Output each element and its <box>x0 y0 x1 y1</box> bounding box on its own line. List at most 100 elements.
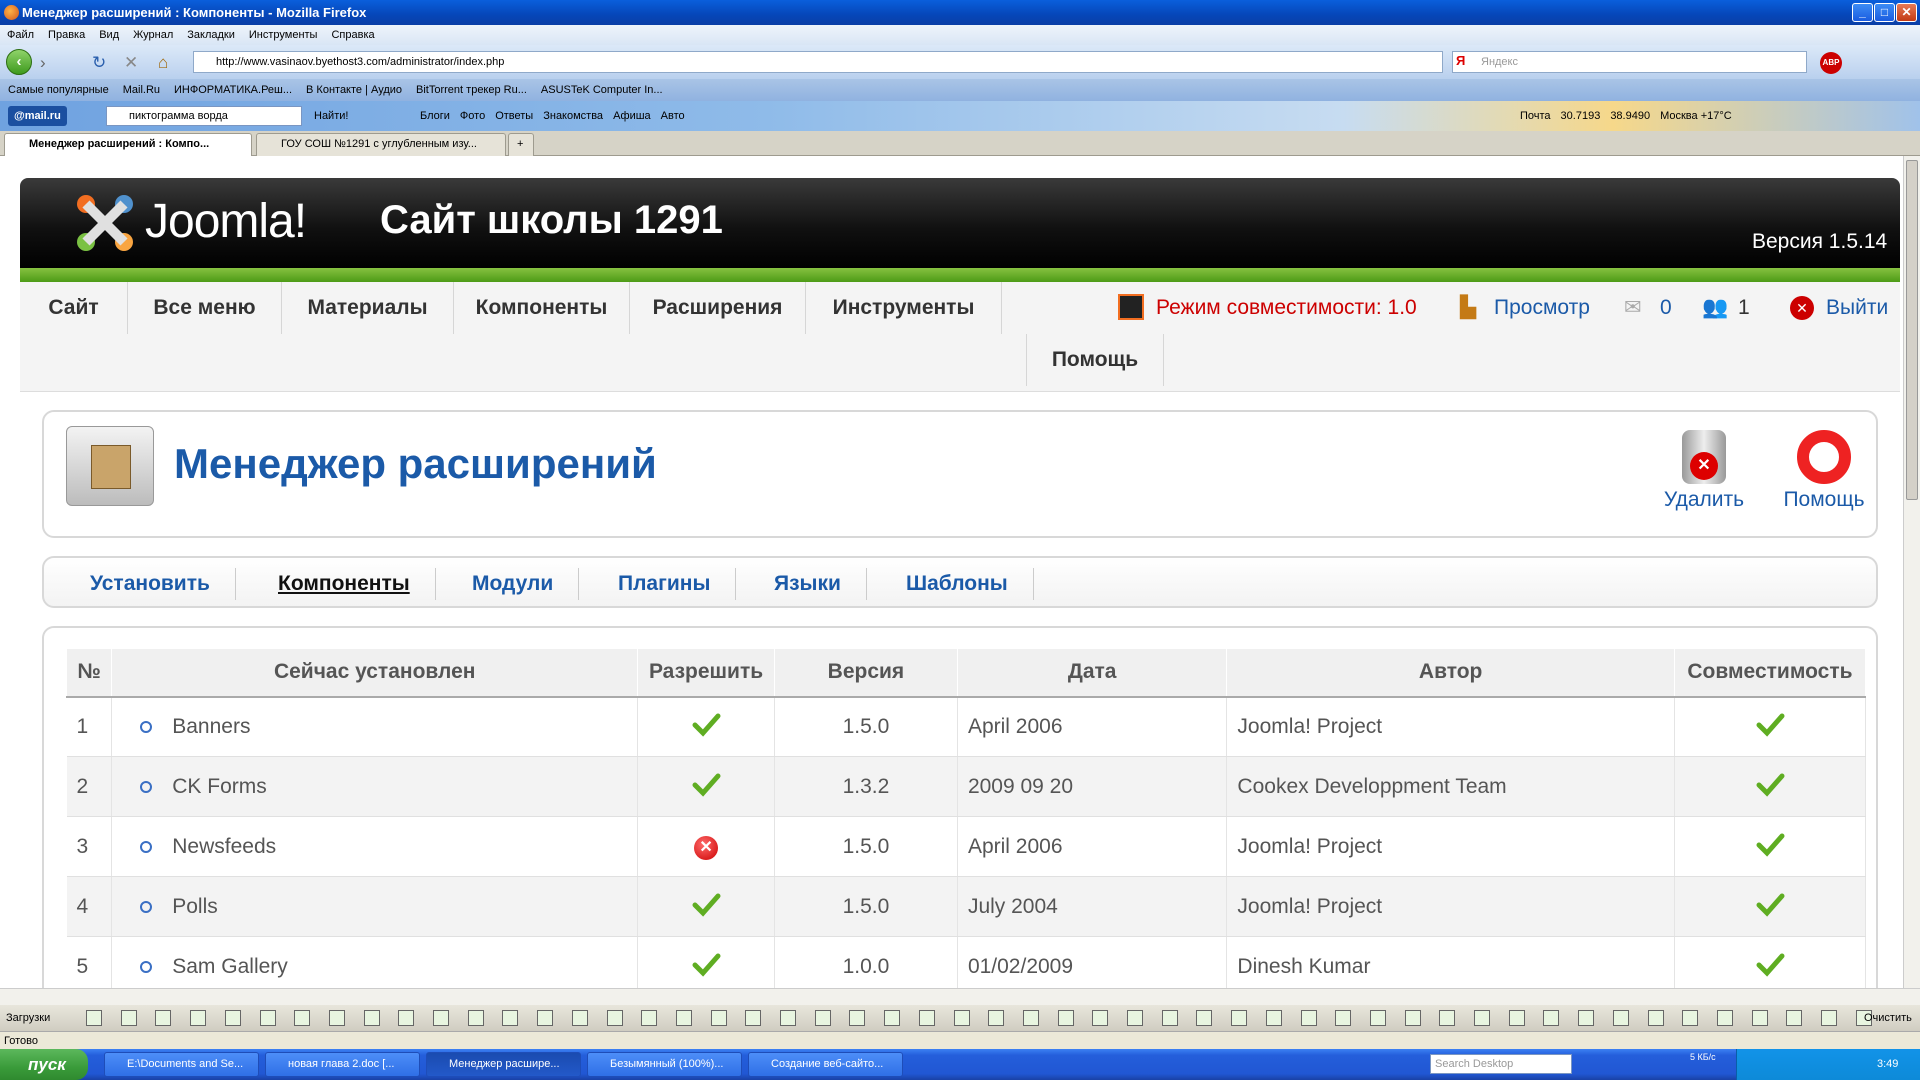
mailru-find-button[interactable]: Найти! <box>314 101 348 131</box>
disabled-x-icon[interactable]: ✕ <box>694 835 719 860</box>
download-item-icon[interactable] <box>675 1010 692 1026</box>
menu-tools[interactable]: Инструменты <box>806 282 1002 334</box>
menu-components[interactable]: Компоненты <box>454 282 630 334</box>
compat-mode-status[interactable]: Режим совместимости: 1.0 <box>1156 294 1417 322</box>
download-item-icon[interactable] <box>1335 1010 1352 1026</box>
vertical-scrollbar[interactable] <box>1903 156 1920 988</box>
mailru-info-item[interactable]: 30.7193 <box>1561 110 1601 122</box>
download-item-icon[interactable] <box>1439 1010 1456 1026</box>
submenu-install[interactable]: Установить <box>90 568 236 600</box>
search-input[interactable]: Яндекс <box>1452 51 1807 73</box>
row-select-radio[interactable] <box>140 900 153 913</box>
browser-menu-item[interactable]: Правка <box>48 29 85 41</box>
download-item-icon[interactable] <box>120 1010 137 1026</box>
close-window-button[interactable]: ✕ <box>1896 3 1917 22</box>
download-item-icon[interactable] <box>259 1010 276 1026</box>
download-item-icon[interactable] <box>1821 1010 1837 1026</box>
download-item-icon[interactable] <box>780 1010 796 1026</box>
help-button[interactable]: Помощь <box>1774 430 1874 512</box>
start-button[interactable]: пуск <box>0 1049 88 1080</box>
download-item-icon[interactable] <box>1612 1010 1629 1026</box>
download-item-icon[interactable] <box>502 1010 519 1026</box>
bookmark-item[interactable]: ИНФОРМАТИКА.Реш... <box>174 84 292 96</box>
mailru-search-input[interactable]: пиктограмма ворда <box>106 106 302 126</box>
mailru-link[interactable]: Знакомства <box>543 110 603 122</box>
download-item-icon[interactable] <box>988 1010 1005 1026</box>
adblock-icon[interactable]: ABP <box>1820 52 1842 74</box>
preview-link[interactable]: Просмотр <box>1494 294 1590 322</box>
browser-menu-item[interactable]: Журнал <box>133 29 173 41</box>
downloads-label[interactable]: Загрузки <box>6 1005 50 1031</box>
taskbar-item[interactable]: Безымянный (100%)... <box>587 1052 742 1077</box>
download-item-icon[interactable] <box>884 1010 901 1026</box>
taskbar-item[interactable]: Менеджер расшире... <box>426 1052 581 1077</box>
taskbar-item[interactable]: новая глава 2.doc [... <box>265 1052 420 1077</box>
download-item-icon[interactable] <box>467 1010 484 1026</box>
url-input[interactable]: http://www.vasinaov.byethost3.com/admini… <box>193 51 1443 73</box>
download-item-icon[interactable] <box>1682 1010 1699 1026</box>
menu-help[interactable]: Помощь <box>1026 334 1164 386</box>
mailru-info-item[interactable]: Москва +17°С <box>1660 110 1732 122</box>
download-item-icon[interactable] <box>433 1010 449 1026</box>
enabled-check-icon[interactable] <box>691 709 721 739</box>
download-item-icon[interactable] <box>86 1010 102 1026</box>
submenu-components[interactable]: Компоненты <box>278 568 436 600</box>
download-item-icon[interactable] <box>1022 1010 1039 1026</box>
menu-extensions[interactable]: Расширения <box>630 282 806 334</box>
download-item-icon[interactable] <box>1196 1010 1213 1026</box>
forward-button[interactable]: › <box>40 53 46 73</box>
download-item-icon[interactable] <box>398 1010 415 1026</box>
download-item-icon[interactable] <box>1300 1010 1317 1026</box>
browser-menu-item[interactable]: Инструменты <box>249 29 318 41</box>
logout-link[interactable]: Выйти <box>1826 294 1888 322</box>
menu-content[interactable]: Материалы <box>282 282 454 334</box>
download-item-icon[interactable] <box>294 1010 311 1026</box>
download-item-icon[interactable] <box>155 1010 172 1026</box>
download-item-icon[interactable] <box>537 1010 554 1026</box>
download-item-icon[interactable] <box>745 1010 762 1026</box>
submenu-templates[interactable]: Шаблоны <box>906 568 1034 600</box>
mailru-link[interactable]: Авто <box>661 110 685 122</box>
download-item-icon[interactable] <box>953 1010 970 1026</box>
col-header-installed[interactable]: Сейчас установлен <box>111 648 639 698</box>
row-select-radio[interactable] <box>140 840 153 853</box>
browser-menu-item[interactable]: Файл <box>7 29 34 41</box>
enabled-check-icon[interactable] <box>691 769 721 799</box>
mailru-link[interactable]: Блоги <box>420 110 450 122</box>
download-item-icon[interactable] <box>224 1010 241 1026</box>
stop-icon[interactable]: ✕ <box>124 53 138 73</box>
download-item-icon[interactable] <box>190 1010 207 1026</box>
row-select-radio[interactable] <box>140 721 153 734</box>
mailru-info-item[interactable]: Почта <box>1520 110 1551 122</box>
download-item-icon[interactable] <box>1508 1010 1525 1026</box>
bookmark-item[interactable]: BitTorrent трекер Ru... <box>416 84 527 96</box>
col-header-author[interactable]: Автор <box>1226 648 1675 698</box>
col-header-number[interactable]: № <box>65 648 113 698</box>
back-button[interactable]: ‹ <box>6 49 32 75</box>
row-select-radio[interactable] <box>140 960 153 973</box>
mailru-link[interactable]: Ответы <box>495 110 533 122</box>
col-header-compat[interactable]: Совместимость <box>1673 648 1867 698</box>
new-tab-button[interactable]: + <box>508 133 534 156</box>
download-item-icon[interactable] <box>1751 1010 1768 1026</box>
download-item-icon[interactable] <box>641 1010 658 1026</box>
tab-extension-manager[interactable]: Менеджер расширений : Компо... <box>4 133 252 156</box>
download-item-icon[interactable] <box>1786 1010 1803 1026</box>
col-header-version[interactable]: Версия <box>773 648 958 698</box>
delete-button[interactable]: ✕ Удалить <box>1654 430 1754 512</box>
horizontal-scrollbar[interactable] <box>0 988 1920 1005</box>
browser-menu-item[interactable]: Вид <box>99 29 119 41</box>
col-header-date[interactable]: Дата <box>956 648 1228 698</box>
reload-icon[interactable]: ↻ <box>92 53 106 73</box>
home-icon[interactable]: ⌂ <box>158 53 168 73</box>
download-item-icon[interactable] <box>606 1010 623 1026</box>
download-item-icon[interactable] <box>1647 1010 1664 1026</box>
download-item-icon[interactable] <box>1404 1010 1421 1026</box>
download-item-icon[interactable] <box>1161 1010 1178 1026</box>
download-item-icon[interactable] <box>571 1010 588 1026</box>
download-item-icon[interactable] <box>1127 1010 1143 1026</box>
downloads-clear-button[interactable]: Очистить <box>1864 1005 1912 1031</box>
col-header-enabled[interactable]: Разрешить <box>637 648 775 698</box>
browser-menu-item[interactable]: Справка <box>331 29 374 41</box>
download-item-icon[interactable] <box>710 1010 727 1026</box>
